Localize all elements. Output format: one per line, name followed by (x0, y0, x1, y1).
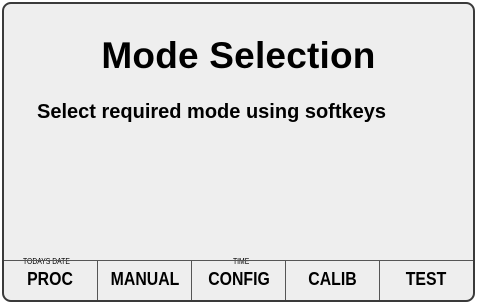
softkey-test[interactable]: TEST (380, 261, 473, 300)
softkey-proc[interactable]: PROC (4, 261, 98, 300)
softkey-config-label: CONFIG (207, 269, 270, 289)
softkey-manual-label: MANUAL (110, 269, 179, 289)
softkey-manual[interactable]: MANUAL (98, 261, 192, 300)
display-screen: Mode Selection Select required mode usin… (2, 2, 475, 302)
softkey-calib[interactable]: CALIB (286, 261, 380, 300)
softkey-config[interactable]: CONFIG (192, 261, 286, 300)
page-title: Mode Selection (101, 35, 376, 76)
softkey-bar: PROC MANUAL CONFIG CALIB TEST (4, 260, 473, 300)
instruction-text: Select required mode using softkeys (37, 101, 386, 123)
softkey-test-label: TEST (406, 269, 447, 289)
softkey-proc-label: PROC (27, 269, 74, 289)
softkey-calib-label: CALIB (308, 269, 357, 289)
